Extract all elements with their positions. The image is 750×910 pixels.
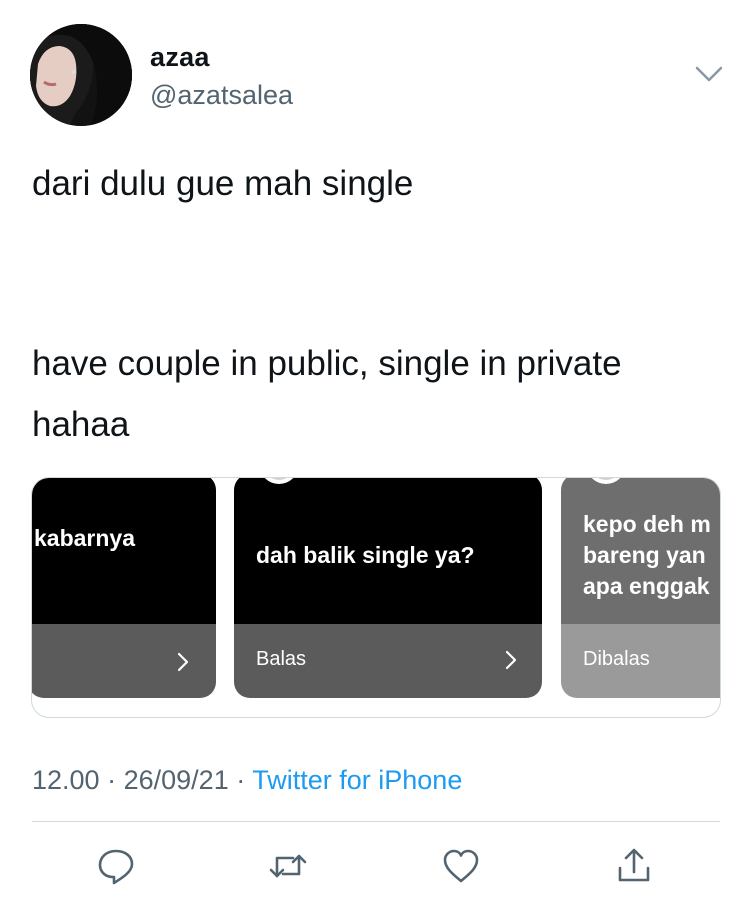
user-handle[interactable]: @azatsalea [150,80,293,111]
chevron-right-icon [505,650,517,670]
media-carousel[interactable]: kabarnya dah balik single ya? Balas kepo… [31,477,721,718]
meta-separator: · [236,765,246,795]
tweet-time[interactable]: 12.00 [32,765,100,795]
reply-icon[interactable] [96,846,136,886]
retweet-icon[interactable] [268,846,308,886]
story-avatar-icon [264,478,294,484]
chevron-down-icon[interactable] [693,62,725,86]
chevron-right-icon [177,652,189,672]
tweet-meta: 12.00 · 26/09/21 · Twitter for iPhone [32,765,462,796]
tweet-text-line-2: have couple in public, single in private [32,344,622,383]
avatar[interactable] [30,24,132,126]
replied-label: Dibalas [583,648,650,670]
like-icon[interactable] [441,846,481,886]
reply-label[interactable]: Balas [256,648,306,671]
share-icon[interactable] [614,846,654,886]
tweet-date[interactable]: 26/09/21 [124,765,229,795]
display-name[interactable]: azaa [150,42,210,73]
story-reply-card-3[interactable]: kepo deh m bareng yan apa enggak Dibalas [561,478,720,698]
avatar-photo [30,24,132,126]
card-message-line-2: bareng yan [583,542,706,568]
story-reply-card-1[interactable]: kabarnya [32,478,216,698]
story-avatar-icon [591,478,621,484]
story-reply-card-2[interactable]: dah balik single ya? Balas [234,478,542,698]
card-message-line-1: kepo deh m [583,511,711,537]
tweet-text-line-1: dari dulu gue mah single [32,164,414,203]
card-message: dah balik single ya? [256,542,475,568]
card-message-line-3: apa enggak [583,573,710,599]
divider [32,821,720,822]
meta-separator: · [107,765,117,795]
card-message: kabarnya [34,525,136,551]
tweet-source-link[interactable]: Twitter for iPhone [252,765,462,795]
tweet-text-line-3: hahaa [32,405,130,444]
